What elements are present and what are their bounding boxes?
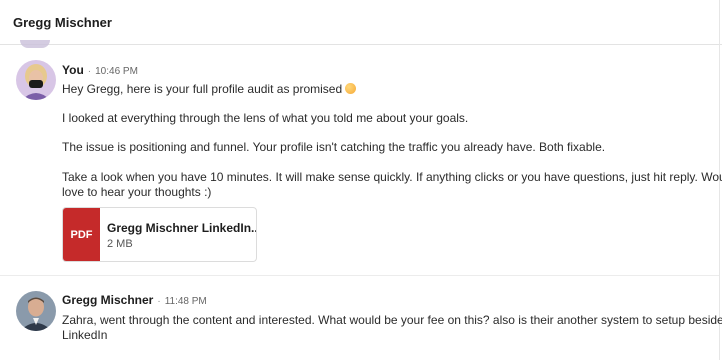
message-meta: You · 10:46 PM bbox=[62, 63, 138, 77]
message-line: love to hear your thoughts :) bbox=[62, 185, 212, 199]
message-divider bbox=[0, 275, 719, 276]
message-author[interactable]: Gregg Mischner bbox=[62, 293, 153, 307]
message-line: I looked at everything through the lens … bbox=[62, 111, 469, 125]
message-line-text: Hey Gregg, here is your full profile aud… bbox=[62, 82, 343, 96]
previous-avatar-peek bbox=[20, 40, 50, 48]
message-line: LinkedIn bbox=[62, 328, 108, 342]
pdf-file-icon: PDF bbox=[63, 208, 100, 261]
meta-separator: · bbox=[87, 66, 92, 77]
message-line: Take a look when you have 10 minutes. It… bbox=[62, 170, 722, 184]
message-line: The issue is positioning and funnel. You… bbox=[62, 140, 606, 154]
message-line: Hey Gregg, here is your full profile aud… bbox=[62, 82, 357, 96]
message-line: Zahra, went through the content and inte… bbox=[62, 313, 722, 327]
conversation-header: Gregg Mischner bbox=[0, 0, 722, 45]
avatar-photo bbox=[16, 60, 56, 100]
attachment-filename[interactable]: Gregg Mischner LinkedIn... bbox=[107, 221, 256, 235]
message-meta: Gregg Mischner · 11:48 PM bbox=[62, 293, 207, 307]
message-timestamp: 10:46 PM bbox=[95, 66, 138, 77]
meta-separator: · bbox=[157, 296, 161, 307]
pdf-attachment-card[interactable]: PDF Gregg Mischner LinkedIn... 2 MB bbox=[62, 207, 257, 262]
smiling-face-icon bbox=[345, 83, 357, 94]
message-author[interactable]: You bbox=[62, 63, 84, 77]
sender-avatar-you[interactable] bbox=[16, 60, 56, 100]
sender-avatar-gregg[interactable] bbox=[16, 291, 56, 331]
attachment-size: 2 MB bbox=[107, 238, 133, 250]
message-timestamp: 11:48 PM bbox=[164, 296, 207, 307]
conversation-title[interactable]: Gregg Mischner bbox=[13, 15, 112, 30]
avatar-photo bbox=[16, 291, 56, 331]
